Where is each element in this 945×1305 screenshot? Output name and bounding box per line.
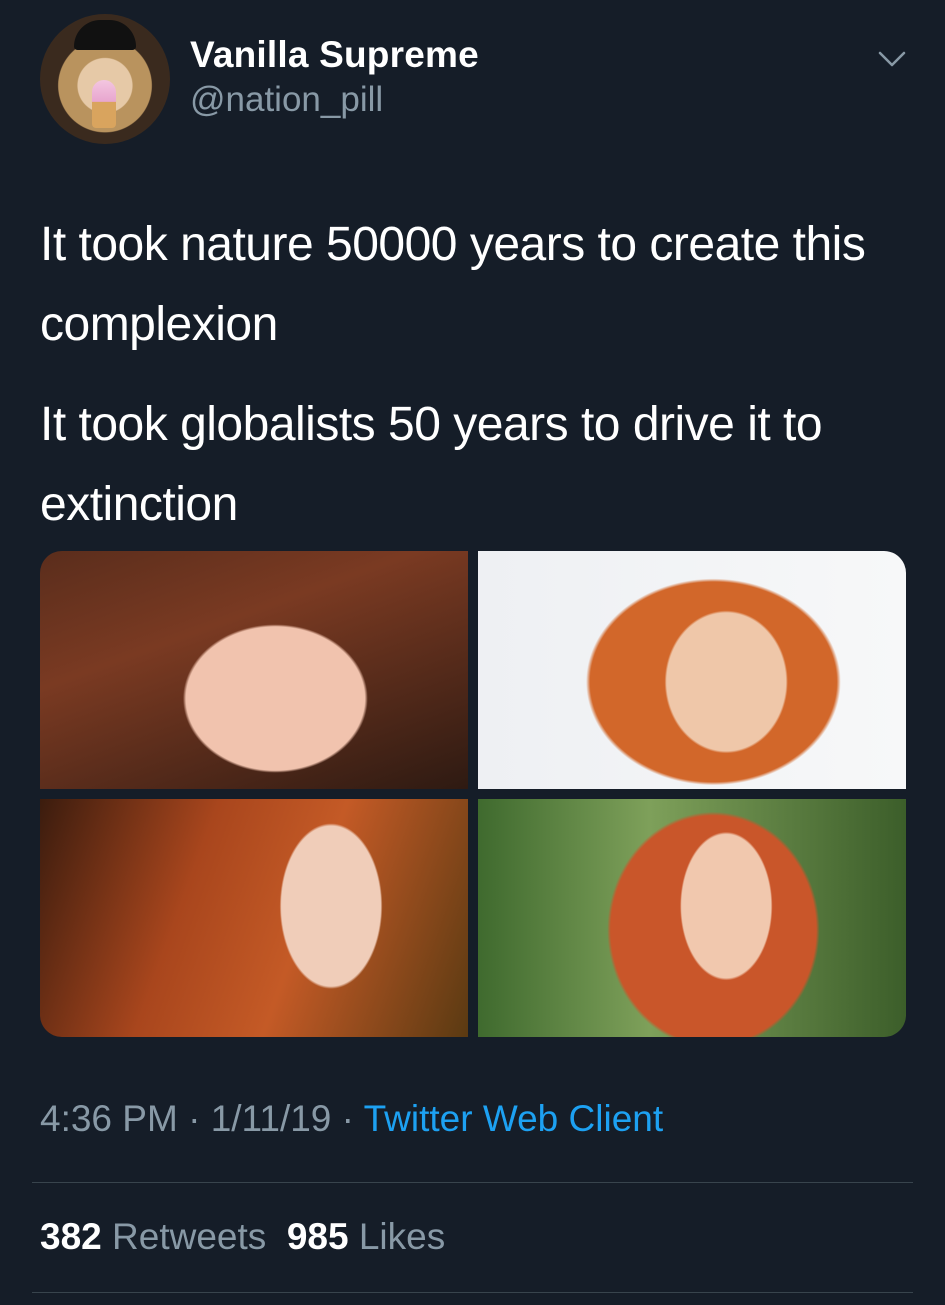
media-photo[interactable] — [40, 799, 468, 1037]
retweets-count: 382 — [40, 1216, 102, 1257]
likes-label: Likes — [358, 1216, 446, 1257]
meta-separator: · — [177, 1098, 211, 1139]
tweet-stats: 382 Retweets 985 Likes — [40, 1216, 445, 1258]
author-name[interactable]: Vanilla Supreme — [190, 34, 479, 76]
retweets-label: Retweets — [112, 1216, 267, 1257]
likes-stat[interactable]: 985 Likes — [287, 1216, 445, 1257]
avatar[interactable] — [40, 14, 170, 144]
tweet-client-link[interactable]: Twitter Web Client — [364, 1098, 664, 1139]
tweet-text-line: It took globalists 50 years to drive it … — [40, 398, 823, 531]
tweet-text-line: It took nature 50000 years to create thi… — [40, 218, 866, 351]
tweet-meta: 4:36 PM · 1/11/19 · Twitter Web Client — [40, 1098, 663, 1140]
tweet-time[interactable]: 4:36 PM — [40, 1098, 178, 1139]
media-grid — [40, 551, 906, 1037]
divider — [32, 1182, 913, 1183]
media-photo[interactable] — [40, 551, 468, 789]
retweets-stat[interactable]: 382 Retweets — [40, 1216, 266, 1257]
tweet-date[interactable]: 1/11/19 — [211, 1098, 332, 1139]
author-handle[interactable]: @nation_pill — [190, 80, 383, 120]
chevron-down-icon[interactable] — [877, 48, 907, 70]
media-photo[interactable] — [478, 799, 906, 1037]
media-photo[interactable] — [478, 551, 906, 789]
tweet-text: It took nature 50000 years to create thi… — [40, 205, 910, 565]
meta-separator: · — [331, 1098, 364, 1139]
avatar-hat — [74, 20, 136, 50]
avatar-ice-cream — [92, 80, 116, 128]
divider — [32, 1292, 913, 1293]
likes-count: 985 — [286, 1216, 349, 1257]
